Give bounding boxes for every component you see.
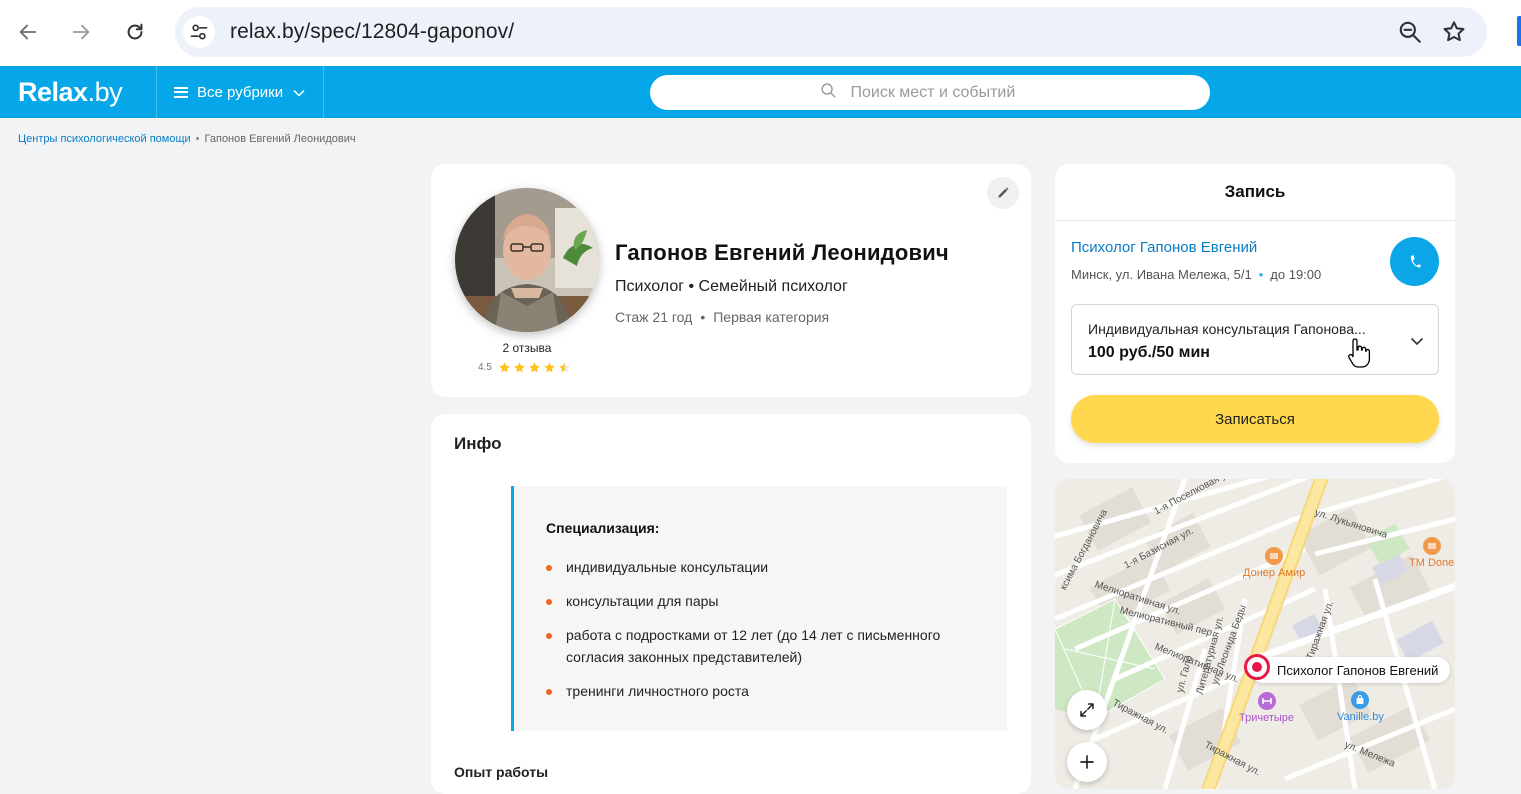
- breadcrumb-parent-link[interactable]: Центры психологической помощи: [18, 133, 191, 145]
- menu-icon: [174, 86, 188, 98]
- place-link[interactable]: Психолог Гапонов Евгений: [1071, 239, 1257, 256]
- rating: 4.5: [478, 361, 571, 374]
- list-item: индивидуальные консультации: [546, 556, 986, 578]
- star-filled-icon: [514, 362, 525, 373]
- booking-title: Запись: [1055, 164, 1455, 221]
- specialization-title: Специализация:: [546, 520, 660, 536]
- chevron-down-icon: [293, 84, 305, 101]
- breadcrumb-current: Гапонов Евгений Леонидович: [204, 133, 356, 145]
- browser-toolbar: relax.by/spec/12804-gaponov/: [0, 0, 1521, 66]
- star-filled-icon: [529, 362, 540, 373]
- rubrics-menu-button[interactable]: Все рубрики: [156, 66, 324, 118]
- chevron-down-icon: [1410, 333, 1424, 351]
- list-item: консультации для пары: [546, 590, 986, 612]
- logo-suffix: .by: [87, 77, 123, 107]
- zoom-button[interactable]: [1397, 19, 1423, 50]
- star-outline-icon: [1443, 21, 1465, 42]
- bookmark-button[interactable]: [1441, 19, 1467, 50]
- list-item: работа с подростками от 12 лет (до 14 ле…: [546, 624, 986, 668]
- book-button[interactable]: Записаться: [1071, 395, 1439, 443]
- service-name: Индивидуальная консультация Гапонова...: [1088, 321, 1366, 337]
- fitness-icon: [1257, 692, 1276, 710]
- call-button[interactable]: [1390, 237, 1439, 286]
- expand-icon: [1080, 703, 1094, 717]
- poi-vanille[interactable]: Vanille.by: [1337, 691, 1384, 723]
- fullscreen-button[interactable]: [1067, 690, 1107, 730]
- address-separator: •: [1258, 267, 1264, 282]
- relax-logo[interactable]: Relax.by: [18, 77, 123, 108]
- tune-icon: [190, 24, 208, 40]
- arrow-right-icon: [72, 24, 90, 40]
- breadcrumb: Центры психологической помощи • Гапонов Ев…: [18, 133, 356, 145]
- side-panel-edge: [1517, 16, 1521, 46]
- booking-card: Запись Психолог Гапонов Евгений Минск, у…: [1055, 164, 1455, 463]
- star-filled-icon: [544, 362, 555, 373]
- service-select[interactable]: Индивидуальная консультация Гапонова... …: [1071, 304, 1439, 375]
- hours-text: до 19:00: [1270, 267, 1322, 282]
- poi-label: TM Done: [1409, 557, 1455, 569]
- map-card[interactable]: 1-я Поселковая ул. ул. Лукьяновича 1-я Б…: [1055, 479, 1455, 789]
- info-card: Инфо Специализация: индивидуальные консу…: [431, 414, 1031, 794]
- map-pin-icon[interactable]: [1244, 654, 1270, 680]
- site-search[interactable]: [650, 75, 1210, 110]
- service-price: 100 руб./50 мин: [1088, 344, 1210, 361]
- profile-card: Гапонов Евгений Леонидович Психолог • Се…: [431, 164, 1031, 397]
- rubrics-label: Все рубрики: [197, 83, 284, 101]
- site-header: Relax.by Все рубрики: [0, 66, 1521, 118]
- forward-button[interactable]: [66, 17, 96, 47]
- reload-icon: [127, 23, 143, 40]
- map-pin-label[interactable]: Психолог Гапонов Евгений: [1251, 657, 1451, 683]
- reviews-link[interactable]: 2 отзыва: [455, 341, 599, 355]
- url-text[interactable]: relax.by/spec/12804-gaponov/: [230, 20, 514, 44]
- restaurant-icon: [1265, 547, 1284, 565]
- star-half-icon: [559, 362, 570, 373]
- specialist-role: Психолог • Семейный психолог: [615, 278, 848, 295]
- zoom-out-icon: [1399, 21, 1421, 43]
- search-icon: [820, 82, 837, 104]
- address-text: Минск, ул. Ивана Мележа, 5/1: [1071, 267, 1252, 282]
- poi-trichetyre[interactable]: Тричетыре: [1239, 692, 1294, 724]
- rating-value: 4.5: [478, 362, 492, 373]
- category-text: Первая категория: [713, 309, 830, 325]
- reload-button[interactable]: [120, 17, 150, 47]
- star-filled-icon: [499, 362, 510, 373]
- poi-label: Тричетыре: [1239, 712, 1295, 724]
- phone-icon: [1410, 254, 1421, 268]
- specialization-list: индивидуальные консультации консультации…: [546, 556, 986, 714]
- address-bar[interactable]: relax.by/spec/12804-gaponov/: [175, 7, 1487, 57]
- poi-tm-done[interactable]: TM Done: [1409, 537, 1454, 569]
- poi-doner-amir[interactable]: Донер Амир: [1243, 547, 1305, 579]
- map-canvas[interactable]: [1055, 479, 1455, 789]
- experience-text: Стаж 21 год: [615, 309, 693, 325]
- avatar-photo: [455, 188, 599, 332]
- place-address: Минск, ул. Ивана Мележа, 5/1 • до 19:00: [1071, 267, 1321, 282]
- breadcrumb-separator: •: [195, 133, 200, 145]
- specialization-block: Специализация: индивидуальные консультац…: [511, 486, 1007, 731]
- list-item: тренинги личностного роста: [546, 680, 986, 702]
- specialist-name: Гапонов Евгений Леонидович: [615, 240, 949, 265]
- logo-text: Relax: [18, 77, 88, 107]
- avatar: [455, 188, 599, 332]
- info-title: Инфо: [454, 434, 502, 453]
- shop-icon: [1351, 691, 1370, 709]
- pencil-icon: [998, 187, 1009, 198]
- restaurant-icon: [1422, 537, 1441, 555]
- site-info-button[interactable]: [183, 16, 215, 48]
- rating-stars: [498, 361, 571, 374]
- search-input[interactable]: [850, 83, 1041, 102]
- work-experience-title: Опыт работы: [454, 764, 549, 780]
- arrow-left-icon: [19, 24, 37, 40]
- hand-cursor-icon: [1347, 337, 1371, 374]
- back-button[interactable]: [13, 17, 43, 47]
- poi-label: Донер Амир: [1243, 567, 1306, 579]
- experience-bullet: •: [700, 309, 706, 325]
- zoom-in-button[interactable]: [1067, 742, 1107, 782]
- plus-icon: [1080, 755, 1094, 769]
- edit-button[interactable]: [987, 177, 1019, 209]
- specialist-experience: Стаж 21 год • Первая категория: [615, 309, 829, 325]
- poi-label: Vanille.by: [1337, 711, 1384, 723]
